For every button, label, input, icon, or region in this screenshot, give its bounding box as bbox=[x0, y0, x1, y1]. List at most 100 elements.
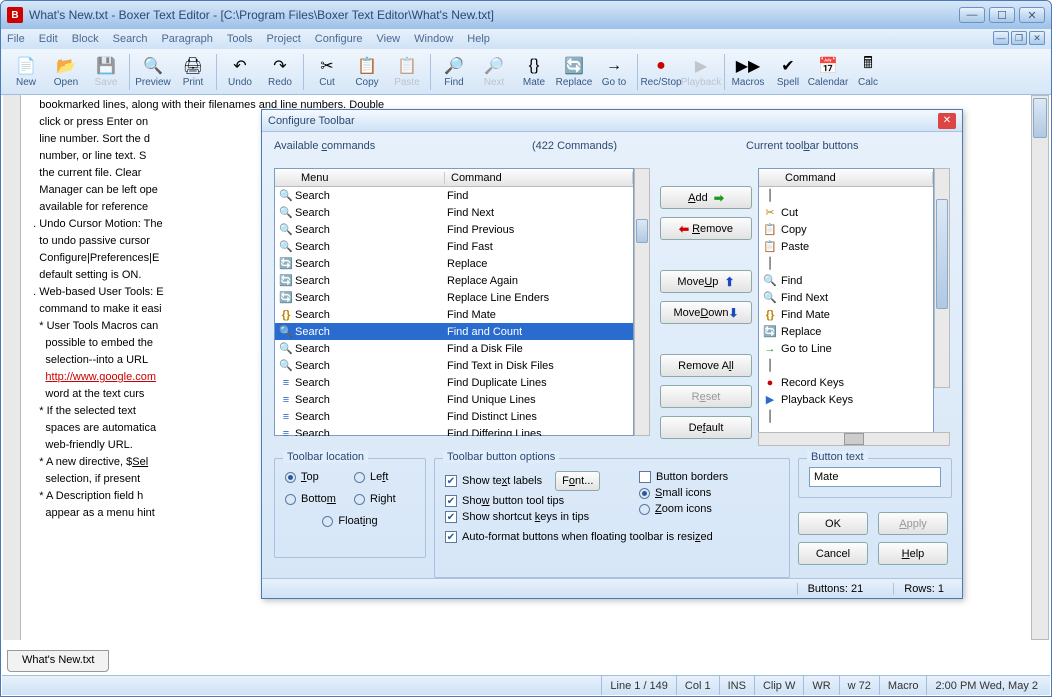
current-button-row[interactable]: ●Record Keys bbox=[759, 374, 933, 391]
available-command-row[interactable]: 🔄SearchReplace Again bbox=[275, 272, 633, 289]
default-button[interactable]: Default bbox=[660, 416, 752, 439]
current-button-row[interactable]: 🔍Find Next bbox=[759, 289, 933, 306]
apply-button[interactable]: Apply bbox=[878, 512, 948, 535]
toolbar-copy-button[interactable]: 📋Copy bbox=[348, 52, 386, 92]
opt-auto-format[interactable]: ✔Auto-format buttons when floating toolb… bbox=[445, 531, 779, 543]
toolbar-redo-button[interactable]: ↷Redo bbox=[261, 52, 299, 92]
menu-tools[interactable]: Tools bbox=[227, 33, 253, 45]
menu-edit[interactable]: Edit bbox=[39, 33, 58, 45]
current-button-row[interactable]: 📋Copy bbox=[759, 221, 933, 238]
available-command-row[interactable]: {}SearchFind Mate bbox=[275, 306, 633, 323]
menu-view[interactable]: View bbox=[376, 33, 400, 45]
toolbar-cut-button[interactable]: ✂Cut bbox=[308, 52, 346, 92]
menu-window[interactable]: Window bbox=[414, 33, 453, 45]
menu-paragraph[interactable]: Paragraph bbox=[161, 33, 212, 45]
scrollbar-thumb[interactable] bbox=[636, 219, 648, 243]
available-command-row[interactable]: 🔄SearchReplace Line Enders bbox=[275, 289, 633, 306]
remove-all-button[interactable]: Remove All bbox=[660, 354, 752, 377]
font-button[interactable]: Font... bbox=[555, 471, 600, 491]
available-command-row[interactable]: ≡SearchFind Differing Lines bbox=[275, 425, 633, 436]
toolbar-paste-button[interactable]: 📋Paste bbox=[388, 52, 426, 92]
mdi-minimize-button[interactable]: — bbox=[993, 31, 1009, 45]
maximize-button[interactable]: ☐ bbox=[989, 7, 1015, 23]
toolbar-next-button[interactable]: 🔎Next bbox=[475, 52, 513, 92]
toolbar-replace-button[interactable]: 🔄Replace bbox=[555, 52, 593, 92]
current-scrollbar[interactable] bbox=[934, 168, 950, 388]
document-tab[interactable]: What's New.txt bbox=[7, 650, 109, 672]
available-command-row[interactable]: 🔄SearchReplace bbox=[275, 255, 633, 272]
available-command-row[interactable]: ≡SearchFind Duplicate Lines bbox=[275, 374, 633, 391]
toolbar-print-button[interactable]: 🖨Print bbox=[174, 52, 212, 92]
current-button-row[interactable]: 🔄Replace bbox=[759, 323, 933, 340]
mdi-restore-button[interactable]: ❐ bbox=[1011, 31, 1027, 45]
current-buttons-list[interactable]: Command ┃✂Cut📋Copy📋Paste┃🔍Find🔍Find Next… bbox=[758, 168, 934, 436]
menu-configure[interactable]: Configure bbox=[315, 33, 363, 45]
menu-block[interactable]: Block bbox=[72, 33, 99, 45]
toolbar-preview-button[interactable]: 🔍Preview bbox=[134, 52, 172, 92]
loc-top-radio[interactable]: Top bbox=[285, 471, 346, 483]
toolbar-playback-button[interactable]: ▶Playback bbox=[682, 52, 720, 92]
available-command-row[interactable]: 🔍SearchFind Next bbox=[275, 204, 633, 221]
loc-bottom-radio[interactable]: Bottom bbox=[285, 493, 346, 505]
menu-search[interactable]: Search bbox=[113, 33, 148, 45]
vertical-scrollbar[interactable] bbox=[1031, 95, 1049, 640]
toolbar-new-button[interactable]: 📄New bbox=[7, 52, 45, 92]
mdi-close-button[interactable]: ✕ bbox=[1029, 31, 1045, 45]
dialog-titlebar[interactable]: Configure Toolbar ✕ bbox=[262, 110, 962, 132]
available-command-row[interactable]: ≡SearchFind Distinct Lines bbox=[275, 408, 633, 425]
opt-show-tooltips[interactable]: ✔Show button tool tips bbox=[445, 495, 627, 507]
menu-file[interactable]: File bbox=[7, 33, 25, 45]
current-button-row[interactable]: 🔍Find bbox=[759, 272, 933, 289]
available-command-row[interactable]: ≡SearchFind Unique Lines bbox=[275, 391, 633, 408]
close-button[interactable]: ✕ bbox=[1019, 7, 1045, 23]
col-command-curr[interactable]: Command bbox=[779, 172, 933, 184]
toolbar-calc-button[interactable]: 🖩Calc bbox=[849, 52, 887, 92]
loc-floating-radio[interactable]: Floating bbox=[285, 515, 415, 527]
current-button-row[interactable]: ┃ bbox=[759, 255, 933, 272]
toolbar-spell-button[interactable]: ✔Spell bbox=[769, 52, 807, 92]
current-button-row[interactable]: ┃ bbox=[759, 187, 933, 204]
toolbar-find-button[interactable]: 🔎Find bbox=[435, 52, 473, 92]
col-command[interactable]: Command bbox=[445, 172, 633, 184]
menu-project[interactable]: Project bbox=[267, 33, 301, 45]
current-button-row[interactable]: 📋Paste bbox=[759, 238, 933, 255]
scrollbar-thumb[interactable] bbox=[844, 433, 864, 445]
current-button-row[interactable]: ┃ bbox=[759, 357, 933, 374]
current-h-scrollbar[interactable] bbox=[758, 432, 950, 446]
available-command-row[interactable]: 🔍SearchFind a Disk File bbox=[275, 340, 633, 357]
ok-button[interactable]: OK bbox=[798, 512, 868, 535]
move-down-button[interactable]: Move Down ⬇ bbox=[660, 301, 752, 324]
current-button-row[interactable]: ✂Cut bbox=[759, 204, 933, 221]
reset-button[interactable]: Reset bbox=[660, 385, 752, 408]
loc-left-radio[interactable]: Left bbox=[354, 471, 415, 483]
toolbar-open-button[interactable]: 📂Open bbox=[47, 52, 85, 92]
toolbar-calendar-button[interactable]: 📅Calendar bbox=[809, 52, 847, 92]
available-command-row[interactable]: 🔍SearchFind and Count bbox=[275, 323, 633, 340]
current-button-row[interactable]: ▶Playback Keys bbox=[759, 391, 933, 408]
scrollbar-thumb[interactable] bbox=[936, 199, 948, 309]
opt-button-borders[interactable]: Button borders bbox=[639, 471, 779, 483]
current-button-row[interactable]: ┃ bbox=[759, 408, 933, 425]
status-ins[interactable]: INS bbox=[719, 676, 754, 695]
available-commands-list[interactable]: Menu Command 🔍SearchFind🔍SearchFind Next… bbox=[274, 168, 634, 436]
scrollbar-thumb[interactable] bbox=[1033, 98, 1047, 138]
opt-zoom-icons[interactable]: Zoom icons bbox=[639, 503, 779, 515]
minimize-button[interactable]: — bbox=[959, 7, 985, 23]
toolbar-undo-button[interactable]: ↶Undo bbox=[221, 52, 259, 92]
menu-help[interactable]: Help bbox=[467, 33, 490, 45]
opt-show-text-labels[interactable]: ✔Show text labels Font... bbox=[445, 471, 627, 491]
toolbar-goto-button[interactable]: →Go to bbox=[595, 52, 633, 92]
button-text-input[interactable] bbox=[809, 467, 941, 487]
available-scrollbar[interactable] bbox=[634, 168, 650, 436]
col-menu[interactable]: Menu bbox=[295, 172, 445, 184]
help-button[interactable]: Help bbox=[878, 542, 948, 565]
toolbar-recstop-button[interactable]: ●Rec/Stop bbox=[642, 52, 680, 92]
remove-button[interactable]: ⬅ Remove bbox=[660, 217, 752, 240]
move-up-button[interactable]: Move Up ⬆ bbox=[660, 270, 752, 293]
dialog-close-button[interactable]: ✕ bbox=[938, 113, 956, 129]
opt-small-icons[interactable]: Small icons bbox=[639, 487, 779, 499]
add-button[interactable]: Add ➡ bbox=[660, 186, 752, 209]
toolbar-mate-button[interactable]: {}Mate bbox=[515, 52, 553, 92]
cancel-button[interactable]: Cancel bbox=[798, 542, 868, 565]
opt-show-shortcut-keys[interactable]: ✔Show shortcut keys in tips bbox=[445, 511, 627, 523]
